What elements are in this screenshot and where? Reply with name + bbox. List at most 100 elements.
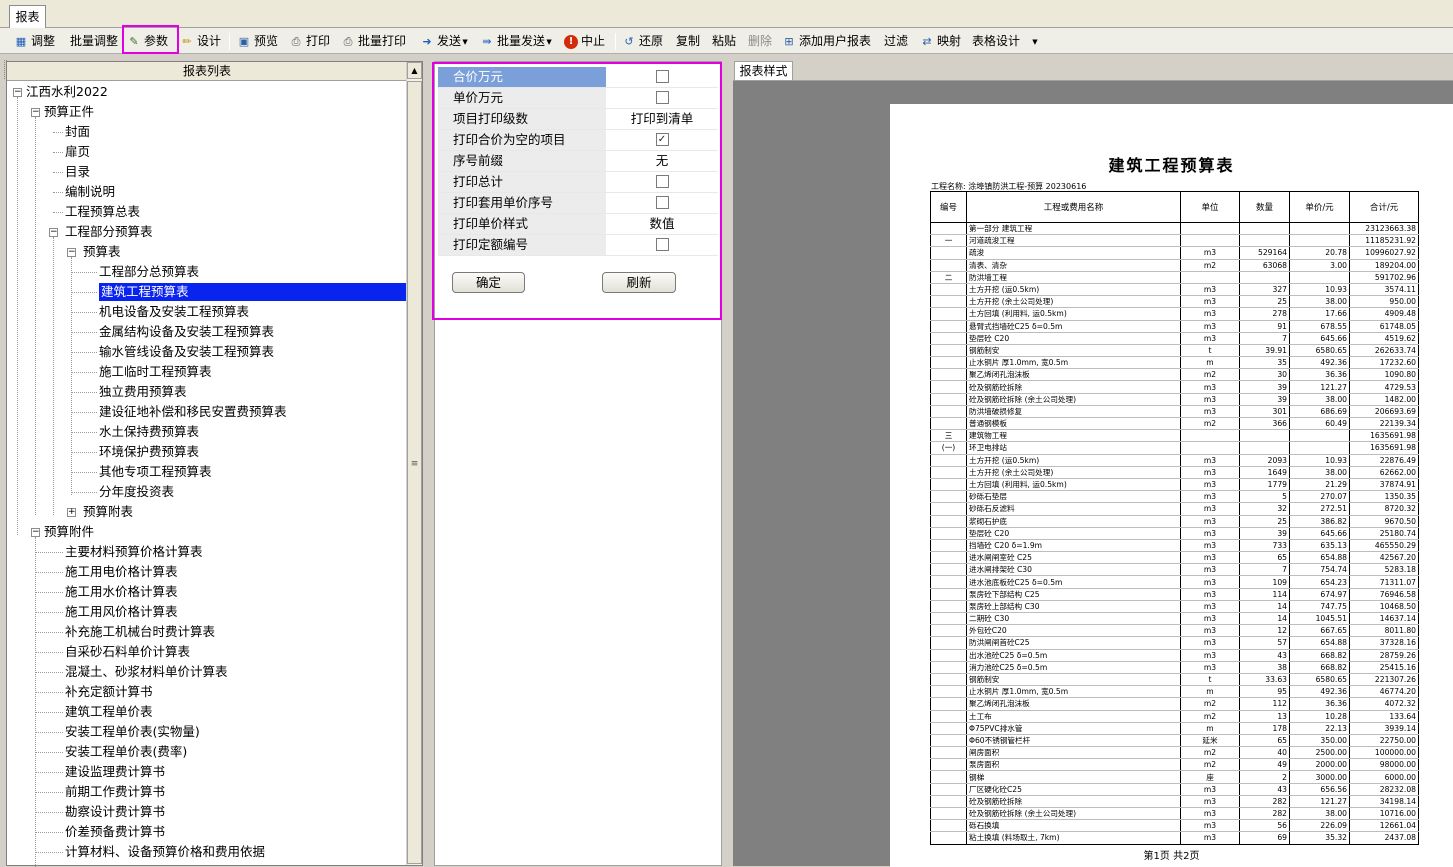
table-cell: 土方回填 (利用料, 运0.5km) — [966, 478, 1181, 492]
tree-node-budget-main[interactable]: 预算正件 — [44, 103, 94, 121]
table-cell: 282 — [1239, 795, 1290, 809]
pencil-icon: ✏ — [182, 34, 192, 48]
preview-canvas[interactable]: 建筑工程预算表 工程名称: 涂埠镇防洪工程-预算 20230616 编号 工程或费… — [733, 80, 1453, 867]
table-cell: 76946.58 — [1349, 588, 1419, 601]
tree-node-report[interactable]: 水土保持费预算表 — [99, 423, 199, 441]
tree-node-attachment[interactable]: 补充施工机械台时费计算表 — [65, 623, 215, 641]
tree-node-attachment[interactable]: 价差预备费计算书 — [65, 823, 165, 841]
table-cell: 1090.80 — [1349, 368, 1419, 382]
tree-node-attachment[interactable]: 计算材料、设备预算价格和费用依据 — [65, 843, 265, 861]
collapse-icon[interactable]: − — [31, 108, 40, 117]
map-button[interactable]: ⇄ 映射 — [920, 32, 961, 51]
tree-node-report[interactable]: 工程部分总预算表 — [99, 263, 199, 281]
table-cell: 延米 — [1180, 734, 1240, 748]
tree-node-budget-attachments[interactable]: 预算附件 — [44, 523, 94, 541]
tree-node-attachment[interactable]: 建设监理费计算书 — [65, 763, 165, 781]
tree-node-budget-tables[interactable]: 预算表 — [83, 243, 121, 261]
tree-node-title-page[interactable]: 扉页 — [65, 143, 90, 161]
tree-node-attachment[interactable]: 混凝土、砂浆材料单价计算表 — [65, 663, 228, 681]
tree-node-attachment[interactable]: 主要材料预算价格计算表 — [65, 543, 203, 561]
tab-report[interactable]: 报表 — [9, 5, 46, 28]
table-row: 土方回填 (利用料, 运0.5km) m3 278 17.66 4909.48 — [930, 307, 1419, 321]
collapse-icon[interactable]: − — [31, 528, 40, 537]
table-row: 土方回填 (利用料, 运0.5km) m3 1779 21.29 37874.91 — [930, 478, 1419, 492]
tree-line — [53, 152, 63, 153]
tree-node-report[interactable]: 施工临时工程预算表 — [99, 363, 212, 381]
batch-print-button[interactable]: ⎙ 批量打印 — [341, 32, 406, 51]
tree-node-attachment[interactable]: 施工用电价格计算表 — [65, 563, 178, 581]
table-cell — [930, 795, 967, 809]
tree-node-report[interactable]: 金属结构设备及安装工程预算表 — [99, 323, 274, 341]
tree-node-report[interactable]: 其他专项工程预算表 — [99, 463, 212, 481]
batch-send-button[interactable]: ⇛ 批量发送 ▼ — [480, 32, 556, 51]
tree-node-attachment[interactable]: 自采砂石料单价计算表 — [65, 643, 190, 661]
print-button[interactable]: ⎙ 打印 — [289, 32, 330, 51]
report-list-panel: 报表列表 ▲ ≡ − 江西水利2022 − 预算正件 封面 扉页 目录 编制说明… — [6, 61, 423, 867]
tree-node-attachment[interactable]: 安装工程单价表(实物量) — [65, 723, 200, 741]
tab-report-style[interactable]: 报表样式 — [734, 61, 793, 80]
toolbar-more-button[interactable]: ▼ — [1028, 32, 1045, 51]
tree-node-attachment[interactable]: 补充定额计算书 — [65, 683, 153, 701]
tree-node-cover[interactable]: 封面 — [65, 123, 90, 141]
tree-node-root[interactable]: 江西水利2022 — [26, 83, 108, 101]
table-cell — [930, 515, 967, 528]
tree-line — [35, 692, 63, 693]
tree-node-attachment[interactable]: 安装工程单价表(费率) — [65, 743, 187, 761]
restore-button[interactable]: ↺ 还原 — [622, 32, 663, 51]
tree-node-attachment[interactable]: 施工用水价格计算表 — [65, 583, 178, 601]
design-label: 设计 — [197, 34, 222, 48]
tree-node-toc[interactable]: 目录 — [65, 163, 90, 181]
tree-node-attachment[interactable]: 施工用风价格计算表 — [65, 603, 178, 621]
paste-button[interactable]: 粘贴 — [712, 32, 736, 51]
add-user-report-button[interactable]: ⊞ 添加用户报表 — [782, 32, 871, 51]
filter-button[interactable]: 过滤 — [884, 32, 908, 51]
table-row: 钢筋制安 t 39.91 6580.65 262633.74 — [930, 344, 1419, 358]
budget-table: 编号 工程或费用名称 单位 数量 单价/元 合计/元 第一部分 建筑工程 23123663.… — [930, 191, 1419, 845]
delete-button[interactable]: 删除 — [748, 32, 772, 51]
abort-button[interactable]: ! 中止 — [564, 32, 605, 51]
tree-node-attachment[interactable]: 前期工作费计算书 — [65, 783, 165, 801]
tree-node-summary[interactable]: 工程预算总表 — [65, 203, 140, 221]
table-cell — [1239, 271, 1290, 284]
tree-node-report[interactable]: 建筑工程预算表 — [99, 283, 406, 301]
tree-line — [53, 132, 63, 133]
send-button[interactable]: ➜ 发送 ▼ — [420, 32, 472, 51]
tree-node-report[interactable]: 建设征地补偿和移民安置费预算表 — [99, 403, 287, 421]
tree-node-report[interactable]: 独立费用预算表 — [99, 383, 187, 401]
map-icon: ⇄ — [922, 34, 932, 48]
preview-icon: ▣ — [238, 34, 250, 48]
table-cell: 4519.62 — [1349, 332, 1419, 345]
table-cell: 69 — [1239, 831, 1290, 845]
tree-node-report[interactable]: 环境保护费预算表 — [99, 443, 199, 461]
expand-icon[interactable]: + — [67, 508, 76, 517]
table-cell: 14637.14 — [1349, 612, 1419, 626]
design-button[interactable]: ✏ 设计 — [180, 32, 221, 51]
tree-node-report[interactable]: 输水管线设备及安装工程预算表 — [99, 343, 274, 361]
tree-node-report[interactable]: 分年度投资表 — [99, 483, 174, 501]
tree-node-budget-appendix-tables[interactable]: 预算附表 — [83, 503, 133, 521]
preview-button[interactable]: ▣ 预览 — [237, 32, 278, 51]
collapse-icon[interactable]: − — [13, 88, 22, 97]
table-cell: 71311.07 — [1349, 575, 1419, 589]
scrollbar-thumb[interactable]: ≡ — [407, 81, 422, 864]
tree-node-notes[interactable]: 编制说明 — [65, 183, 115, 201]
tree-node-attachment[interactable]: 建筑工程单价表 — [65, 703, 153, 721]
collapse-icon[interactable]: − — [49, 228, 58, 237]
table-cell: 土方开挖 (运0.5km) — [966, 283, 1181, 297]
batch-adjust-button[interactable]: 批量调整 — [70, 32, 118, 51]
scroll-up-icon[interactable]: ▲ — [407, 62, 422, 79]
table-design-button[interactable]: 表格设计 — [972, 32, 1020, 51]
tree-node-report[interactable]: 机电设备及安装工程预算表 — [99, 303, 249, 321]
tree-scrollbar[interactable]: ▲ ≡ — [406, 62, 422, 865]
tree-node-part-budget[interactable]: 工程部分预算表 — [65, 223, 153, 241]
adjust-button[interactable]: ▦ 调整 — [14, 32, 55, 51]
table-row: 垫层砼 C20 m3 7 645.66 4519.62 — [930, 332, 1419, 345]
report-title: 建筑工程预算表 — [1108, 156, 1235, 175]
table-row: 钢筋制安 t 33.63 6580.65 221307.26 — [930, 673, 1419, 687]
tree-node-attachment[interactable]: 勘察设计费计算书 — [65, 803, 165, 821]
table-cell: 进水池底板砼C25 δ=0.5m — [966, 575, 1181, 589]
copy-button[interactable]: 复制 — [676, 32, 700, 51]
collapse-icon[interactable]: − — [67, 248, 76, 257]
table-cell: 消力池砼C25 δ=0.5m — [966, 661, 1181, 674]
table-cell: m3 — [1180, 563, 1240, 577]
